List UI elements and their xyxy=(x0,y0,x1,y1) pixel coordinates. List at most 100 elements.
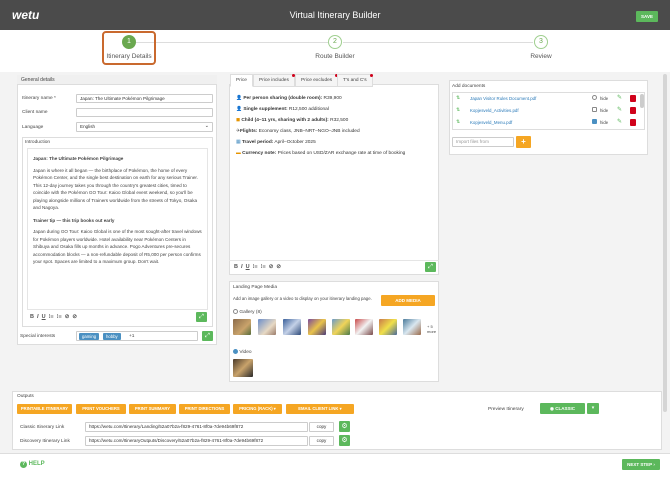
interest-tag-gaming[interactable]: gaming xyxy=(79,333,100,340)
intro-heading: Japan: The Ultimate Pokémon Pilgrimage xyxy=(33,156,124,161)
underline-icon[interactable]: U xyxy=(42,314,46,320)
italic-icon[interactable]: I xyxy=(37,314,39,320)
language-select[interactable]: English ⌄ xyxy=(76,122,213,132)
price-lines[interactable]: 👤 Per person sharing (double room): R39,… xyxy=(236,96,436,162)
language-label: Language xyxy=(22,125,44,130)
page-scrollbar[interactable] xyxy=(663,74,667,412)
gallery-thumb[interactable] xyxy=(355,319,373,335)
gallery-thumb[interactable] xyxy=(403,319,421,335)
preview-classic-button[interactable]: ◉ CLASSIC xyxy=(540,403,585,414)
radio-selected-icon[interactable] xyxy=(233,349,238,354)
gallery-more[interactable]: + 5 more xyxy=(427,324,439,334)
gallery-radio[interactable]: Gallery (8) xyxy=(233,309,262,315)
italic-icon[interactable]: I xyxy=(241,264,243,270)
import-files-input[interactable]: Import files from xyxy=(452,137,514,147)
drag-handle-icon[interactable]: ⇅ xyxy=(456,95,460,101)
document-name[interactable]: Kopjesveld_Menu.pdf xyxy=(470,120,512,125)
footer-bar xyxy=(0,453,670,482)
itinerary-name-input[interactable]: Japan: The Ultimate Pokémon Pilgrimage xyxy=(76,94,213,103)
pricing-rack-button[interactable]: PRICING (RACK) ▾ xyxy=(233,404,282,414)
price-format-toolbar: B I U ⁝≡ ⁝≡ ⊘ ⊘ xyxy=(234,264,281,270)
underline-icon[interactable]: U xyxy=(246,264,250,270)
expand-editor-button[interactable]: ⤢ xyxy=(196,312,207,322)
add-media-button[interactable]: ADD MEDIA xyxy=(381,295,435,306)
unlink-icon[interactable]: ⊘ xyxy=(72,314,77,320)
print-directions-button[interactable]: PRINT DIRECTIONS xyxy=(179,404,230,414)
step-2-circle[interactable]: 2 xyxy=(328,35,342,49)
add-document-button[interactable]: + xyxy=(516,136,531,148)
edit-icon[interactable]: ✎ xyxy=(617,106,622,113)
document-name[interactable]: Japan Visitor Rules Document.pdf xyxy=(470,96,536,101)
video-label: Video xyxy=(239,349,252,355)
expand-price-button[interactable]: ⤢ xyxy=(425,262,436,272)
help-link[interactable]: ? HELP xyxy=(20,461,45,468)
step-3-label[interactable]: Review xyxy=(516,53,566,60)
bullet-list-icon[interactable]: ⁝≡ xyxy=(261,264,266,270)
tab-terms[interactable]: T's and C's xyxy=(337,74,373,87)
unlink-icon[interactable]: ⊘ xyxy=(276,264,281,270)
documents-scrollbar[interactable] xyxy=(640,94,644,108)
help-label: HELP xyxy=(28,461,45,467)
video-radio[interactable]: Video xyxy=(233,349,252,355)
bullet-list-icon[interactable]: ⁝≡ xyxy=(57,314,62,320)
edit-icon[interactable]: ✎ xyxy=(617,94,622,101)
delete-icon[interactable] xyxy=(630,95,636,102)
preview-dropdown-button[interactable]: ▾ xyxy=(587,403,599,414)
pricing-rack-label: PRICING (RACK) xyxy=(239,406,273,411)
classic-link-input[interactable]: https://wetu.com/Itinerary/Landing/52a07… xyxy=(85,422,308,432)
gallery-thumb[interactable] xyxy=(308,319,326,335)
document-name[interactable]: Kopjesveld_Activities.pdf xyxy=(470,108,519,113)
edit-icon[interactable]: ✎ xyxy=(617,118,622,125)
delete-icon[interactable] xyxy=(630,119,636,126)
gallery-thumb[interactable] xyxy=(258,319,276,335)
delete-icon[interactable] xyxy=(630,107,636,114)
hide-checkbox-checked[interactable] xyxy=(592,119,597,124)
introduction-textarea[interactable]: Japan: The Ultimate Pokémon Pilgrimage J… xyxy=(27,148,208,310)
step-3-circle[interactable]: 3 xyxy=(534,35,548,49)
price-line-key: Child (4–11 yrs, sharing with 2 adults): xyxy=(241,118,329,123)
email-client-link-button[interactable]: EMAIL CLIENT LINK ▾ xyxy=(286,404,354,414)
bold-icon[interactable]: B xyxy=(30,314,34,320)
discovery-link-input[interactable]: https://wetu.com/ItineraryOutputs/Discov… xyxy=(85,436,308,446)
introduction-header: Introduction xyxy=(25,140,51,145)
gallery-thumb[interactable] xyxy=(379,319,397,335)
gallery-thumb[interactable] xyxy=(233,319,251,335)
numbered-list-icon[interactable]: ⁝≡ xyxy=(253,264,258,270)
print-vouchers-button[interactable]: PRINT VOUCHERS xyxy=(76,404,126,414)
step-2-label[interactable]: Route Builder xyxy=(305,53,365,60)
intro-subheading: Trainer tip — this trip books out early xyxy=(33,217,115,223)
interest-tag-hobby[interactable]: hobby xyxy=(103,333,121,340)
link-icon[interactable]: ⊘ xyxy=(269,264,274,270)
next-step-button[interactable]: NEXT STEP › xyxy=(622,459,660,470)
link-icon[interactable]: ⊘ xyxy=(65,314,70,320)
radio-icon[interactable] xyxy=(233,309,238,314)
tab-price-excludes[interactable]: Price excludes xyxy=(295,74,339,87)
save-button[interactable]: SAVE xyxy=(636,11,658,22)
tab-price-includes[interactable]: Price includes xyxy=(253,74,295,87)
settings-gear-icon[interactable]: ⚙ xyxy=(339,421,350,432)
expand-interests-button[interactable]: ⤢ xyxy=(202,331,213,341)
video-thumb[interactable] xyxy=(233,359,253,377)
bold-icon[interactable]: B xyxy=(234,264,238,270)
settings-gear-icon[interactable]: ⚙ xyxy=(339,435,350,446)
copy-discovery-link-button[interactable]: copy xyxy=(309,436,334,446)
step-1-highlight xyxy=(102,31,156,65)
eye-icon: ◉ xyxy=(550,406,554,411)
chevron-down-icon: ▾ xyxy=(339,406,342,411)
price-line-key: Travel period: xyxy=(241,140,274,145)
drag-handle-icon[interactable]: ⇅ xyxy=(456,119,460,125)
price-line-value: Economy class, JNB–NRT–NGO–JNB included xyxy=(257,129,360,134)
gallery-thumb[interactable] xyxy=(283,319,301,335)
numbered-list-icon[interactable]: ⁝≡ xyxy=(49,314,54,320)
print-summary-button[interactable]: PRINT SUMMARY xyxy=(129,404,176,414)
printable-itinerary-button[interactable]: PRINTABLE ITINERARY xyxy=(17,404,72,414)
interest-more[interactable]: +1 xyxy=(129,334,134,339)
tab-price[interactable]: Price xyxy=(230,74,253,87)
hide-checkbox[interactable] xyxy=(592,95,597,100)
gallery-thumb[interactable] xyxy=(332,319,350,335)
hide-checkbox[interactable] xyxy=(592,107,597,112)
client-name-input[interactable] xyxy=(76,108,213,117)
drag-handle-icon[interactable]: ⇅ xyxy=(456,107,460,113)
general-details-header: General details xyxy=(17,75,217,85)
copy-classic-link-button[interactable]: copy xyxy=(309,422,334,432)
